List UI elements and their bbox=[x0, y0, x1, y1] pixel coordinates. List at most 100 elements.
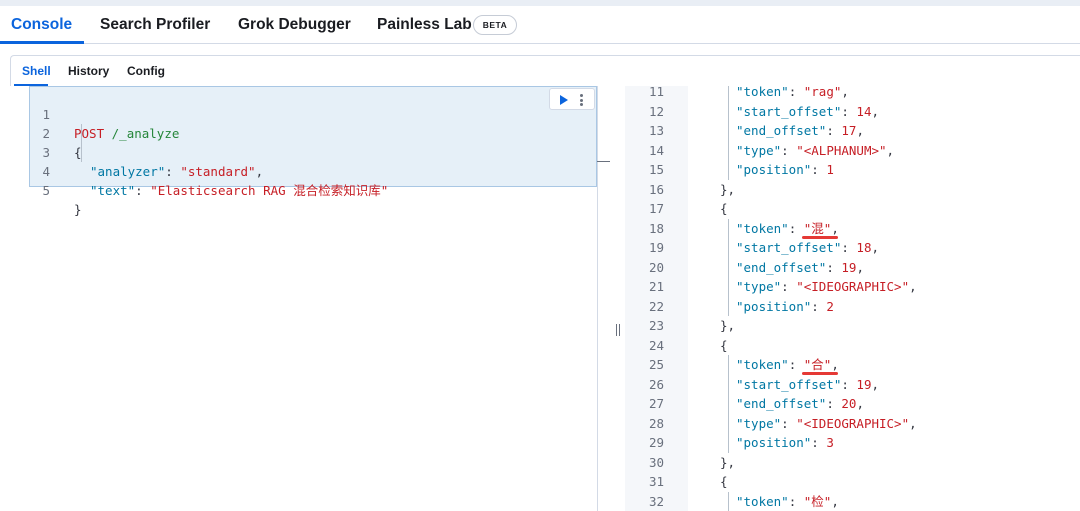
line-number: 28 bbox=[648, 415, 664, 431]
line-number: 17 bbox=[648, 201, 664, 216]
json-value: 18 bbox=[856, 240, 872, 255]
response-line: 11 "token": "rag", bbox=[625, 86, 1080, 102]
response-line: 19 "start_offset": 18, bbox=[625, 238, 1080, 258]
more-vertical-icon[interactable] bbox=[580, 94, 583, 106]
response-line: 12 "start_offset": 14, bbox=[625, 102, 1080, 122]
request-editor[interactable]: 1 POST /_analyze 2 { 3 "analyzer": "stan… bbox=[10, 86, 598, 511]
fold-marker bbox=[597, 161, 610, 162]
response-line: 20 "end_offset": 19, bbox=[625, 258, 1080, 278]
response-line: 23}, bbox=[625, 316, 1080, 336]
json-key: "token" bbox=[736, 493, 789, 509]
tab-shell[interactable]: Shell bbox=[22, 64, 51, 78]
line-number: 19 bbox=[648, 240, 664, 255]
indent-guide bbox=[81, 124, 82, 162]
line-number: 20 bbox=[648, 259, 664, 275]
response-output[interactable]: 11 "token": "rag", 12 "start_offset": 14, 13… bbox=[625, 86, 1080, 511]
line-number: 29 bbox=[648, 435, 664, 450]
json-brace: { bbox=[720, 201, 728, 216]
tab-console[interactable]: Console bbox=[11, 16, 72, 34]
json-value: "rag" bbox=[803, 86, 842, 99]
response-line: 32 "token": "检", bbox=[625, 492, 1080, 511]
editor-line: 1 POST /_analyze bbox=[10, 86, 598, 141]
line-number: 26 bbox=[648, 376, 664, 392]
editor-line: 3 "analyzer": "standard", bbox=[10, 124, 598, 179]
pane-resize-handle[interactable] bbox=[616, 324, 620, 336]
response-line: 13 "end_offset": 17, bbox=[625, 121, 1080, 141]
response-line: 22 "position": 2 bbox=[625, 297, 1080, 317]
json-value: "Elasticsearch RAG 混合检索知识库" bbox=[150, 183, 389, 198]
line-number: 30 bbox=[648, 454, 664, 470]
response-line: 21 "type": "<IDEOGRAPHIC>", bbox=[625, 277, 1080, 297]
line-number: 31 bbox=[648, 474, 664, 489]
line-number: 27 bbox=[648, 396, 664, 411]
response-line: 27 "end_offset": 20, bbox=[625, 394, 1080, 414]
close-brace: } bbox=[74, 202, 82, 217]
response-line: 25 "token": "合", bbox=[625, 355, 1080, 375]
line-number: 23 bbox=[648, 318, 664, 333]
json-key: "end_offset" bbox=[736, 259, 827, 275]
response-line: 17 { bbox=[625, 199, 1080, 219]
line-number: 15 bbox=[648, 162, 664, 177]
json-value: "<ALPHANUM>" bbox=[796, 142, 887, 158]
highlighted-token-value: "合" bbox=[803, 357, 832, 372]
json-brace: { bbox=[720, 337, 728, 353]
play-icon[interactable] bbox=[560, 95, 568, 105]
tab-history[interactable]: History bbox=[68, 64, 109, 78]
json-key: "start_offset" bbox=[736, 376, 842, 392]
line-number: 16 bbox=[648, 181, 664, 197]
json-key: "position" bbox=[736, 298, 812, 314]
request-actions bbox=[549, 88, 595, 110]
json-value: 19 bbox=[856, 376, 872, 392]
response-line: 28 "type": "<IDEOGRAPHIC>", bbox=[625, 414, 1080, 434]
editor-line: 5 } bbox=[10, 162, 598, 217]
json-key: "type" bbox=[736, 142, 782, 158]
line-number: 18 bbox=[648, 220, 664, 236]
json-value: 2 bbox=[826, 298, 834, 314]
json-value: 3 bbox=[826, 435, 834, 450]
tab-config[interactable]: Config bbox=[127, 64, 165, 78]
json-brace: }, bbox=[720, 454, 736, 470]
editor-line: 4 "text": "Elasticsearch RAG 混合检索知识库" bbox=[10, 143, 598, 198]
json-key: "token" bbox=[736, 220, 789, 236]
response-line: 30}, bbox=[625, 453, 1080, 473]
line-number: 14 bbox=[648, 142, 664, 158]
json-value: "检" bbox=[803, 493, 832, 509]
json-value: "<IDEOGRAPHIC>" bbox=[796, 415, 910, 431]
response-line: 15 "position": 1 bbox=[625, 160, 1080, 180]
json-key: "type" bbox=[736, 415, 782, 431]
active-tab-indicator bbox=[0, 41, 84, 44]
json-key: "position" bbox=[736, 162, 812, 177]
json-key: "start_offset" bbox=[736, 240, 842, 255]
line-number: 25 bbox=[648, 357, 664, 372]
response-line: 14 "type": "<ALPHANUM>", bbox=[625, 141, 1080, 161]
response-line: 26 "start_offset": 19, bbox=[625, 375, 1080, 395]
response-line: 18 "token": "混", bbox=[625, 219, 1080, 239]
json-value: "<IDEOGRAPHIC>" bbox=[796, 279, 910, 294]
line-number: 5 bbox=[42, 183, 50, 198]
json-key: "token" bbox=[736, 86, 789, 99]
console-sub-tabs: Shell History Config bbox=[10, 55, 1080, 87]
beta-badge: BETA bbox=[473, 15, 517, 35]
line-number: 21 bbox=[648, 279, 664, 294]
json-key: "token" bbox=[736, 357, 789, 372]
json-key: "end_offset" bbox=[736, 396, 827, 411]
response-line: 29 "position": 3 bbox=[625, 433, 1080, 453]
tab-search-profiler[interactable]: Search Profiler bbox=[100, 16, 210, 34]
json-key: "start_offset" bbox=[736, 103, 842, 119]
editor-line: 2 { bbox=[10, 105, 598, 160]
json-value: 1 bbox=[826, 162, 834, 177]
indent-guide bbox=[728, 218, 729, 316]
json-value: 20 bbox=[841, 396, 857, 411]
json-brace: }, bbox=[720, 181, 736, 197]
json-key: "type" bbox=[736, 279, 782, 294]
json-value: 19 bbox=[841, 259, 857, 275]
line-number: 11 bbox=[648, 86, 664, 99]
highlighted-token-value: "混" bbox=[803, 220, 832, 236]
tab-grok-debugger[interactable]: Grok Debugger bbox=[238, 16, 351, 34]
spacer bbox=[0, 45, 1080, 54]
line-number: 22 bbox=[648, 298, 664, 314]
response-line: 31 { bbox=[625, 472, 1080, 492]
indent-guide bbox=[728, 355, 729, 453]
line-number: 13 bbox=[648, 123, 664, 138]
tab-painless-lab[interactable]: Painless Lab bbox=[377, 16, 472, 34]
